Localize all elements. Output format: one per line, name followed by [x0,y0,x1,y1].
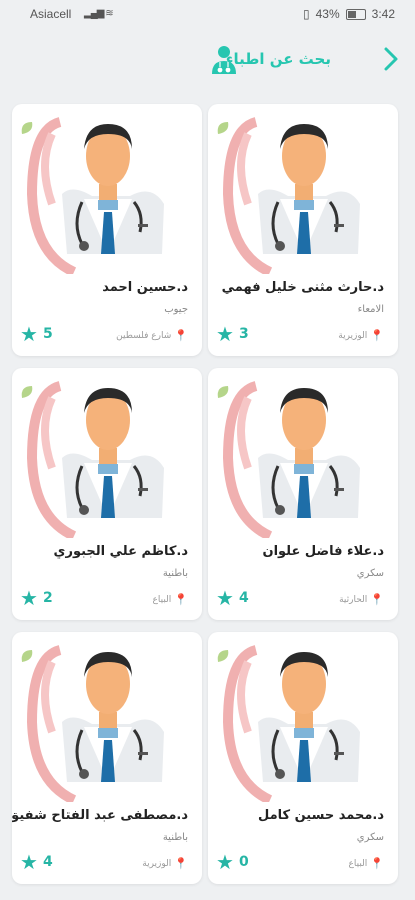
carrier-label: Asiacell [30,7,72,21]
doctor-rating: ★ 4 [216,588,249,608]
doctor-card[interactable]: د.مصطفى عبد الفتاح شفيق باطنية 📍 الوزيري… [12,632,202,884]
location-pin-icon: 📍 [370,857,384,870]
doctor-specialty: الامعاء [357,304,384,315]
location-label: البياع [152,594,172,605]
doctor-name: د.محمد حسين كامل [257,808,384,823]
doctor-avatar-icon [21,645,164,802]
doctor-avatar-icon [21,381,164,538]
doctor-location: 📍 البياع [349,857,385,870]
location-pin-icon: 📍 [174,593,188,606]
location-pin-icon: 📍 [174,857,188,870]
doctor-rating: ★ 4 [20,852,53,872]
doctor-specialty: باطنية [162,832,188,843]
doctor-rating: ★ 3 [216,324,249,344]
doctor-rating: ★ 5 [20,324,53,344]
doctor-search-icon [212,46,236,74]
doctor-specialty: سكري [356,832,384,843]
rating-value: 5 [42,326,53,342]
location-pin-icon: 📍 [174,329,188,342]
doctor-specialty: سكري [356,568,384,579]
doctor-name: د.كاظم علي الجبوري [53,544,188,559]
doctor-location: 📍 شارع فلسطين [116,329,188,342]
doctor-name: د.مصطفى عبد الفتاح شفيق [12,808,188,823]
doctor-specialty: جيوب [164,304,188,315]
doctor-avatar-icon [21,117,164,274]
back-button[interactable] [378,46,404,76]
doctor-card[interactable]: د.علاء فاضل علوان سكري 📍 الحارثية ★ 4 [208,368,398,620]
signal-icon: ▂▄▆ ≋ [84,8,114,19]
rating-value: 2 [42,590,53,606]
doctor-avatar-icon [217,117,360,274]
rating-value: 3 [238,326,249,342]
star-icon: ★ [216,850,234,874]
doctor-card[interactable]: د.كاظم علي الجبوري باطنية 📍 البياع ★ 2 [12,368,202,620]
status-bar: Asiacell ▂▄▆ ≋ ▯ 43% 3:42 [0,0,415,28]
star-icon: ★ [20,850,38,874]
location-label: البياع [348,858,368,869]
doctor-avatar-icon [217,645,360,802]
location-pin-icon: 📍 [370,329,384,342]
star-icon: ★ [216,322,234,346]
doctor-specialty: باطنية [162,568,188,579]
time-label: 3:42 [371,7,395,21]
rating-value: 0 [238,854,249,870]
page-title: بحث عن اطباء [225,50,331,68]
doctor-location: 📍 البياع [153,593,189,606]
rating-value: 4 [42,854,53,870]
chevron-right-icon [384,47,398,71]
location-label: الوزيرية [338,330,368,341]
doctor-name: د.حسين احمد [102,280,188,295]
location-label: الحارثية [339,594,368,605]
doctor-card[interactable]: د.حارث مثنى خليل فهمي الامعاء 📍 الوزيرية… [208,104,398,356]
doctor-card[interactable]: د.محمد حسين كامل سكري 📍 البياع ★ 0 [208,632,398,884]
location-label: شارع فلسطين [116,330,172,341]
doctor-avatar-icon [217,381,360,538]
star-icon: ★ [20,322,38,346]
battery-label: 43% [315,7,340,21]
header: بحث عن اطباء [0,28,415,96]
doctor-rating: ★ 2 [20,588,53,608]
location-label: الوزيرية [142,858,172,869]
battery-icon [345,8,366,20]
doctor-card[interactable]: د.حسين احمد جيوب 📍 شارع فلسطين ★ 5 [12,104,202,356]
doctor-name: د.حارث مثنى خليل فهمي [221,280,384,295]
vibrate-icon: ▯ [303,7,310,21]
star-icon: ★ [20,586,38,610]
doctor-location: 📍 الوزيرية [338,329,384,342]
star-icon: ★ [216,586,234,610]
doctor-location: 📍 الوزيرية [142,857,188,870]
rating-value: 4 [238,590,249,606]
doctor-location: 📍 الحارثية [339,593,384,606]
location-pin-icon: 📍 [370,593,384,606]
doctor-rating: ★ 0 [216,852,249,872]
doctor-name: د.علاء فاضل علوان [262,544,384,559]
status-right: ▯ 43% 3:42 [303,7,395,21]
